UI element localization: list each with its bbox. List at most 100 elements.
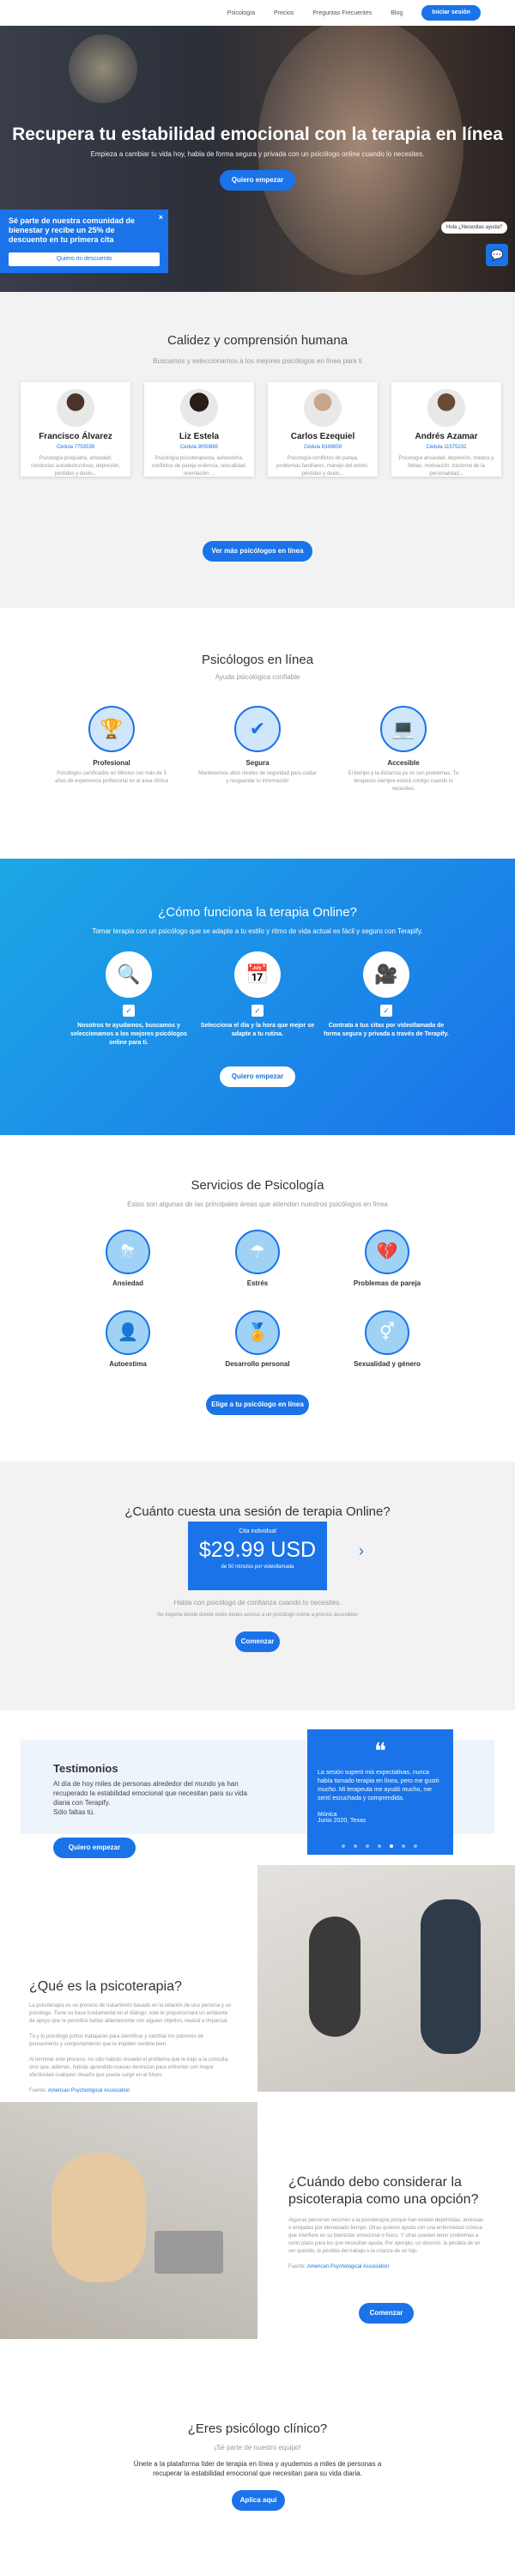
psychologist-name: Carlos Ezequiel bbox=[290, 432, 355, 441]
how-title: ¿Cómo funciona la terapia Online? bbox=[158, 905, 357, 920]
shield-check-icon: ✔ bbox=[234, 706, 281, 752]
service-label: Sexualidad y género bbox=[354, 1360, 421, 1368]
quote-icon: ❝ bbox=[374, 1738, 386, 1764]
pricing-section: ¿Cuánto cuesta una sesión de terapia Onl… bbox=[0, 1461, 515, 1710]
service-label: Estrés bbox=[246, 1279, 269, 1287]
stressed-woman-image bbox=[0, 2102, 258, 2339]
apa-link[interactable]: American Psychological Association bbox=[48, 2088, 130, 2093]
when-title: ¿Cuándo debo considerar la psicoterapia … bbox=[288, 2175, 479, 2207]
chevron-right-icon[interactable]: › bbox=[359, 1542, 364, 1560]
umbrella-icon: ☂ bbox=[235, 1230, 280, 1274]
storm-cloud-icon: ⛈ bbox=[106, 1230, 150, 1274]
how-step: 🔍 ✓ Nosotros te ayudamos, buscamos y sel… bbox=[64, 951, 193, 1048]
avatar bbox=[57, 389, 94, 427]
feature-desc: El tiempo y la distancia ya no son probl… bbox=[348, 771, 459, 792]
service-growth[interactable]: 🏅 Desarrollo personal bbox=[202, 1310, 313, 1368]
broken-heart-icon: 💔 bbox=[365, 1230, 409, 1274]
features-subtitle: Ayuda psicológica confiable bbox=[215, 673, 300, 681]
therapy-session-image bbox=[258, 1865, 515, 2092]
features-title: Psicólogos en línea bbox=[201, 653, 314, 667]
trophy-icon: 🏆 bbox=[88, 706, 135, 752]
recruit-title: ¿Eres psicólogo clínico? bbox=[187, 2421, 328, 2436]
psychologists-subtitle: Buscamos y seleccionamos a los mejores p… bbox=[153, 357, 362, 365]
service-label: Problemas de pareja bbox=[353, 1279, 421, 1287]
psychotherapy-section: ¿Qué es la psicoterapia? La psicoterapia… bbox=[0, 1865, 515, 2339]
testimonial-quote: La sesión superó mis expectativas, nunca… bbox=[318, 1770, 439, 1801]
services-subtitle: Estas son algunas de las principales áre… bbox=[127, 1200, 388, 1208]
psychologist-card[interactable]: Carlos Ezequiel Cédula 6349859 Psicologí… bbox=[268, 382, 378, 477]
top-navbar: Psicología Precios Preguntas Frecuentes … bbox=[0, 0, 515, 26]
hero-start-button[interactable]: Quiero empezar bbox=[220, 170, 295, 191]
when-paragraph: Algunas personas recurren a la psicotera… bbox=[288, 2218, 484, 2269]
nav-link-faq[interactable]: Preguntas Frecuentes bbox=[312, 10, 372, 16]
step-marker: ✓ bbox=[123, 1005, 135, 1017]
apa-link[interactable]: American Psychological Association bbox=[307, 2264, 390, 2269]
what-paragraphs: La psicoterapia es un proceso de tratami… bbox=[29, 2003, 232, 2093]
carousel-dots[interactable] bbox=[342, 1844, 417, 1848]
what-title: ¿Qué es la psicoterapia? bbox=[29, 1979, 182, 1994]
step-text: Selecciona el día y la hora que mejor se… bbox=[200, 1023, 315, 1037]
testimonials-title: Testimonios bbox=[53, 1762, 118, 1775]
apply-button[interactable]: Aplica aquí bbox=[232, 2490, 285, 2511]
psychologist-cedula: Cédula 6349859 bbox=[303, 445, 342, 450]
psychologists-title: Calidez y comprensión humana bbox=[167, 333, 348, 348]
video-call-icon: 🎥 bbox=[363, 951, 409, 998]
psychologist-card[interactable]: Liz Estela Cédula 9050865 Psicología psi… bbox=[144, 382, 254, 477]
feature-professional: 🏆 Profesional Psicólogos certificados en… bbox=[52, 706, 172, 786]
service-anxiety[interactable]: ⛈ Ansiedad bbox=[72, 1230, 184, 1287]
pricing-title: ¿Cuánto cuesta una sesión de terapia Onl… bbox=[124, 1504, 391, 1519]
avatar bbox=[304, 389, 342, 427]
laptop-icon: 💻 bbox=[380, 706, 427, 752]
features-section: Psicólogos en línea Ayuda psicológica co… bbox=[0, 608, 515, 859]
feature-desc: Mantenemos altos niveles de seguridad pa… bbox=[198, 771, 317, 784]
price-duration: de 50 minutos por videollamada bbox=[221, 1564, 294, 1570]
avatar bbox=[180, 389, 218, 427]
feature-desc: Psicólogos certificados en México con má… bbox=[55, 771, 168, 784]
psychologist-description: Psicología ansiedad, depresión, miedos y… bbox=[398, 456, 494, 477]
service-stress[interactable]: ☂ Estrés bbox=[202, 1230, 313, 1287]
discount-popup: × Sé parte de nuestra comunidad de biene… bbox=[0, 210, 168, 273]
login-button[interactable]: Iniciar sesión bbox=[421, 5, 481, 21]
how-start-button[interactable]: Quiero empezar bbox=[220, 1066, 295, 1087]
choose-psychologist-button[interactable]: Elige a tu psicólogo en línea bbox=[206, 1394, 309, 1415]
nav-link-blog[interactable]: Blog bbox=[391, 10, 403, 16]
services-title: Servicios de Psicología bbox=[191, 1178, 324, 1193]
service-label: Ansiedad bbox=[112, 1279, 143, 1287]
testimonials-section: Testimonios Al día de hoy miles de perso… bbox=[0, 1710, 515, 1865]
service-label: Desarrollo personal bbox=[225, 1360, 290, 1368]
psychologist-card[interactable]: Francisco Álvarez Cédula 7753539 Psicolo… bbox=[21, 382, 130, 477]
nav-link-precios[interactable]: Precios bbox=[274, 10, 294, 16]
more-psychologists-button[interactable]: Ver más psicólogos en línea bbox=[203, 541, 312, 562]
person-icon: 👤 bbox=[106, 1310, 150, 1355]
nav-link-psicologia[interactable]: Psicología bbox=[227, 10, 255, 16]
services-section: Servicios de Psicología Estas son alguna… bbox=[0, 1135, 515, 1461]
calendar-icon: 📅 bbox=[234, 951, 281, 998]
discount-text: Sé parte de nuestra comunidad de bienest… bbox=[9, 216, 136, 244]
testimonials-start-button[interactable]: Quiero empezar bbox=[53, 1838, 136, 1858]
psychologist-recruit-section: ¿Eres psicólogo clínico? ¡Sé parte de nu… bbox=[0, 2421, 515, 2576]
hero-section: Psicología Precios Preguntas Frecuentes … bbox=[0, 0, 515, 292]
psychologist-description: Psicología psiquiatra, ansiedad, conduct… bbox=[30, 456, 121, 477]
service-self-esteem[interactable]: 👤 Autoestima bbox=[72, 1310, 184, 1368]
chat-bubble[interactable]: Hola ¿Necesitas ayuda? bbox=[441, 222, 508, 234]
testimonial-author: Mónica bbox=[318, 1812, 337, 1818]
step-marker: ✓ bbox=[251, 1005, 264, 1017]
testimonial-card: ❝ La sesión superó mis expectativas, nun… bbox=[307, 1729, 453, 1855]
service-sexuality[interactable]: ⚥ Sexualidad y género bbox=[331, 1310, 443, 1368]
psychologist-name: Francisco Álvarez bbox=[39, 432, 112, 441]
psychologists-section: Calidez y comprensión humana Buscamos y … bbox=[0, 292, 515, 608]
when-start-button[interactable]: Comenzar bbox=[359, 2303, 414, 2324]
pricing-start-button[interactable]: Comenzar bbox=[235, 1631, 280, 1652]
hero-subtitle: Empieza a cambiar tu vida hoy, habla de … bbox=[90, 150, 425, 158]
service-couple[interactable]: 💔 Problemas de pareja bbox=[331, 1230, 443, 1287]
how-subtitle: Tomar terapia con un psicólogo que se ad… bbox=[92, 927, 423, 935]
psychologist-card[interactable]: Andrés Azamar Cédula 11575232 Psicología… bbox=[391, 382, 501, 477]
psychologist-cedula: Cédula 9050865 bbox=[179, 445, 219, 450]
price-label: Cita individual bbox=[239, 1528, 276, 1534]
testimonial-date: Junio 2020, Texas bbox=[318, 1818, 367, 1824]
step-text: Contrata a tus citas por videollamada de… bbox=[324, 1023, 449, 1037]
pricing-fine-print: No importa desde donde estés tienes acce… bbox=[157, 1613, 358, 1618]
close-icon[interactable]: × bbox=[159, 213, 163, 222]
chat-icon[interactable]: 💬 bbox=[486, 244, 508, 266]
discount-button[interactable]: Quiero mi descuento bbox=[9, 252, 160, 266]
